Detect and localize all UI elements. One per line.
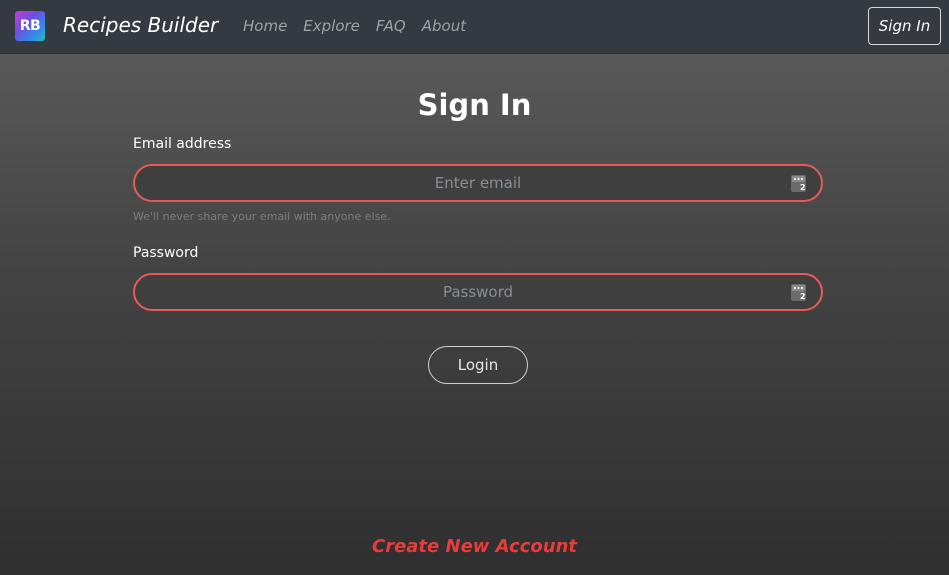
email-label: Email address <box>133 136 232 152</box>
page-title: Sign In <box>417 88 532 122</box>
email-field-wrapper: 2 <box>133 164 823 202</box>
password-label: Password <box>133 245 199 261</box>
password-field[interactable] <box>135 275 821 309</box>
brand-name[interactable]: Recipes Builder <box>63 13 218 37</box>
logo-text: RB <box>19 18 41 34</box>
email-field[interactable] <box>135 166 821 200</box>
create-account-link[interactable]: Create New Account <box>0 536 949 557</box>
navbar-signin-button[interactable]: Sign In <box>868 7 941 45</box>
nav-links: Home Explore FAQ About <box>243 17 466 35</box>
nav-link-faq[interactable]: FAQ <box>376 17 406 35</box>
nav-link-about[interactable]: About <box>422 17 466 35</box>
svg-text:2: 2 <box>800 183 806 192</box>
nav-link-explore[interactable]: Explore <box>303 17 360 35</box>
login-button[interactable]: Login <box>428 346 528 384</box>
nav-link-home[interactable]: Home <box>243 17 287 35</box>
password-field-wrapper: 2 <box>133 273 823 311</box>
navbar: RB Recipes Builder Home Explore FAQ Abou… <box>0 0 949 54</box>
svg-text:2: 2 <box>800 292 806 301</box>
password-manager-key-icon[interactable]: 2 <box>791 284 806 301</box>
password-manager-key-icon[interactable]: 2 <box>791 175 806 192</box>
brand-logo[interactable]: RB <box>15 11 45 41</box>
email-help-text: We'll never share your email with anyone… <box>133 210 391 223</box>
